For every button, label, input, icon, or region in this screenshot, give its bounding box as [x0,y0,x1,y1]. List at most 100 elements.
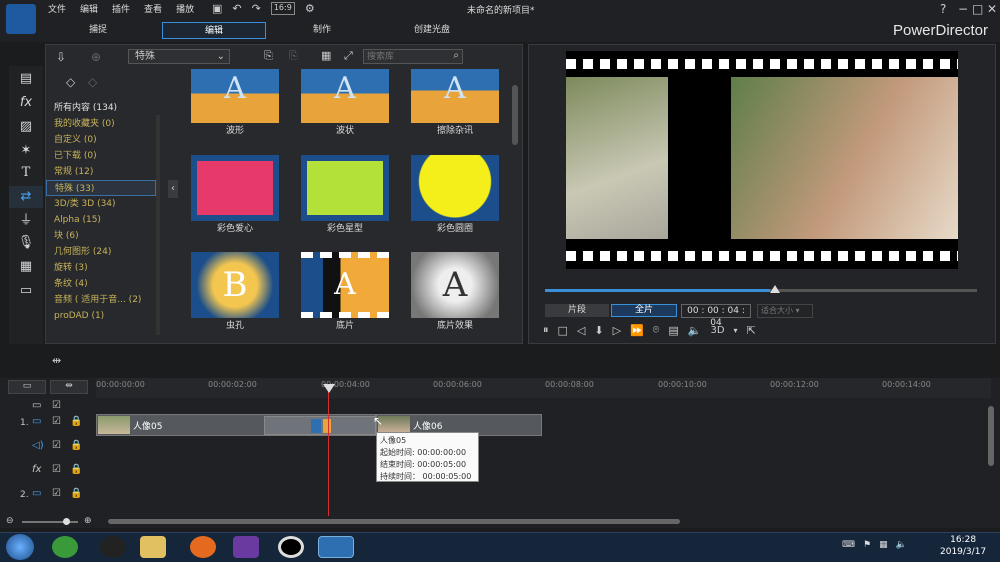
category-item[interactable]: 块 (6) [46,228,156,244]
playhead-handle[interactable] [323,384,335,393]
chapter-room-icon[interactable]: ▦ [9,256,43,278]
maximize-icon[interactable]: □ [972,2,983,16]
split-icon[interactable]: ⬇ [594,324,603,337]
subtitle-icon[interactable]: ▤ [668,324,678,337]
track-display-icon[interactable]: ▭ [32,400,41,411]
fast-forward-icon[interactable]: ⏩ [630,324,644,337]
time-ruler[interactable]: 00:00:00:00 00:00:02:00 00:00:04:00 00:0… [96,378,991,398]
playhead-line[interactable] [328,386,329,516]
previous-frame-icon[interactable]: ◁ [577,324,585,337]
fx-room-icon[interactable]: fx [9,92,43,114]
save-icon[interactable]: ▣ [212,2,222,15]
transition-block[interactable] [264,416,376,435]
audio-mixing-icon[interactable]: ⏚ [9,210,43,232]
taskbar-media-icon[interactable] [233,536,259,558]
tab-create-disc[interactable]: 创建光盘 [382,22,482,39]
grid-view-icon[interactable]: ▦ [321,49,331,62]
taskbar-record-icon[interactable] [278,536,304,558]
lock-icon[interactable]: 🔒 [70,464,82,475]
thumbnail-color-circle[interactable] [411,155,499,221]
track-view-button[interactable]: ▭ [8,380,46,394]
flag-icon[interactable]: ⚑ [863,540,871,550]
transition-room-icon[interactable]: ⇄ [9,186,43,208]
category-item[interactable]: 自定义 (0) [46,132,156,148]
search-box[interactable]: ⌕ [363,49,463,64]
category-item-selected[interactable]: 特殊 (33) [46,180,156,196]
menu-plugins[interactable]: 插件 [112,2,130,15]
taskbar-powerdirector-icon[interactable] [318,536,354,558]
track-checkbox[interactable]: ☑ [52,440,61,451]
mode-3d-button[interactable]: 3D [710,325,724,336]
taskbar-360-icon[interactable] [52,536,78,558]
category-filter-select[interactable]: 特殊 ⌄ [128,49,230,64]
library-scrollbar[interactable] [512,85,518,145]
thumbnail-noise[interactable]: A [411,69,499,123]
network-icon[interactable]: ▦ [879,540,888,550]
category-item[interactable]: proDAD (1) [46,308,156,324]
preview-progress-bar[interactable] [545,285,977,293]
lock-icon[interactable]: 🔒 [70,416,82,427]
expand-icon[interactable]: ⤢ [344,49,353,63]
thumbnail-wormhole[interactable]: B [191,252,279,318]
category-scrollbar[interactable] [156,115,160,335]
tab-capture[interactable]: 捕捉 [48,22,148,39]
category-item[interactable]: 几何图形 (24) [46,244,156,260]
clip-mode-button[interactable]: 片段 [545,304,609,317]
voiceover-icon[interactable]: 🎙 [9,232,43,254]
undock-icon[interactable]: ⇱ [747,324,756,337]
add-icon[interactable]: ⎘ [264,49,273,63]
thumbnail-color-heart[interactable] [191,155,279,221]
undo-icon[interactable]: ↶ [232,2,241,15]
menu-file[interactable]: 文件 [48,2,66,15]
pause-icon[interactable]: ⏸ [543,323,549,337]
next-frame-icon[interactable]: ▷ [613,324,621,337]
media-room-icon[interactable]: ▤ [9,68,43,90]
subtitle-room-icon[interactable]: ▭ [9,280,43,302]
help-icon[interactable]: ? [940,2,946,16]
title-room-icon[interactable]: T [9,162,43,184]
thumbnail-film[interactable]: A [301,252,389,318]
speaker-icon[interactable]: 🔈 [896,540,907,550]
zoom-slider-handle[interactable] [63,518,70,525]
tab-produce[interactable]: 制作 [272,22,372,39]
category-item[interactable]: 常规 (12) [46,164,156,180]
menu-play[interactable]: 播放 [176,2,194,15]
track-checkbox[interactable]: ☑ [52,488,61,499]
menu-view[interactable]: 查看 [144,2,162,15]
category-item[interactable]: 已下载 (0) [46,148,156,164]
menu-edit[interactable]: 编辑 [80,2,98,15]
timeline-split-icon[interactable]: ⇹ [52,354,61,367]
particle-room-icon[interactable]: ✶ [9,140,43,162]
search-icon[interactable]: ⌕ [453,50,459,61]
category-item[interactable]: 所有内容 (134) [46,100,156,116]
import-icon[interactable]: ⇩ [56,50,66,64]
zoom-in-icon[interactable]: ⊕ [84,516,92,526]
favorite-tag-icon[interactable]: ◇ [66,75,75,89]
category-item[interactable]: 条纹 (4) [46,276,156,292]
category-item[interactable]: 3D/类 3D (34) [46,196,156,212]
thumbnail-ripple[interactable]: A [301,69,389,123]
chevron-down-icon[interactable]: ▾ [734,326,738,335]
untag-icon[interactable]: ◇ [88,75,97,89]
category-item[interactable]: 音频 ( 适用于音... (2) [46,292,156,308]
thumbnail-wave[interactable]: A [191,69,279,123]
redo-icon[interactable]: ↷ [252,2,261,15]
zoom-out-icon[interactable]: ⊖ [6,516,14,526]
remove-icon[interactable]: ⎘ [289,49,298,63]
collapse-panel-button[interactable]: ‹ [168,180,178,198]
keyboard-icon[interactable]: ⌨ [842,540,855,550]
taskbar-qq-icon[interactable] [100,536,126,558]
settings-icon[interactable]: ⚙ [305,2,315,15]
category-item[interactable]: 旋转 (3) [46,260,156,276]
fit-size-select[interactable]: 适合大小 ▾ [757,304,813,318]
track-checkbox[interactable]: ☑ [52,400,61,411]
lock-icon[interactable]: 🔒 [70,440,82,451]
start-button[interactable] [6,534,34,560]
fit-timeline-button[interactable]: ⇹ [50,380,88,394]
aspect-icon[interactable]: 16:9 [270,2,295,15]
globe-icon[interactable]: ⊕ [91,50,101,64]
track-checkbox[interactable]: ☑ [52,416,61,427]
movie-mode-button[interactable]: 全片 [611,304,677,317]
preview-playhead[interactable] [769,285,780,293]
category-item[interactable]: Alpha (15) [46,212,156,228]
